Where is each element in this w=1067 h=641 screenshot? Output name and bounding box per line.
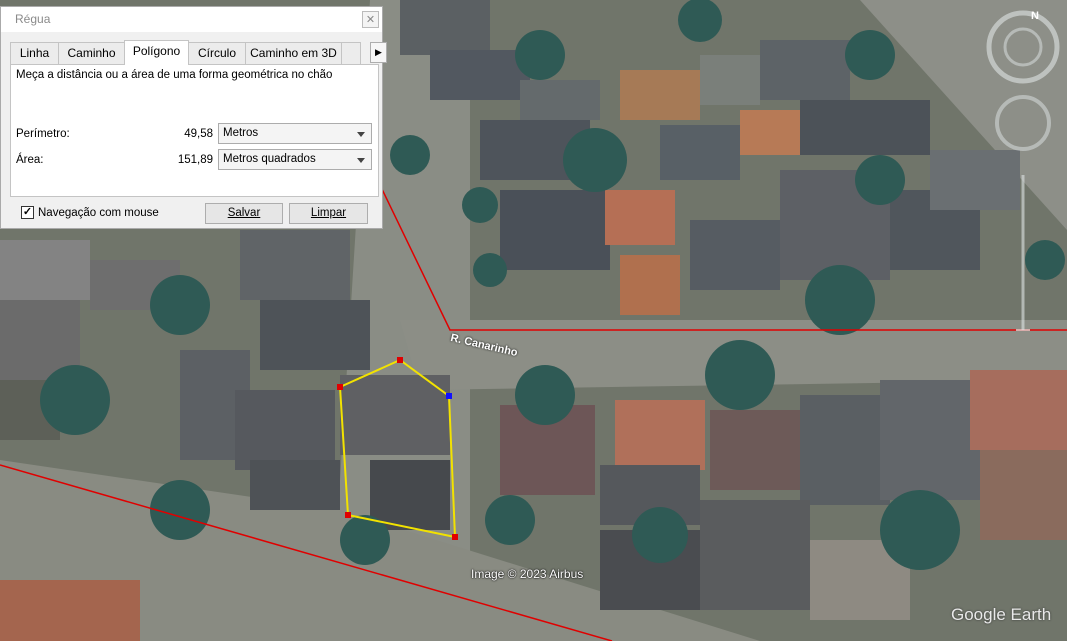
polygon-vertex[interactable] [397,357,403,363]
dialog-title: Régua [15,12,51,26]
save-button[interactable]: Salvar [205,203,283,224]
ruler-dialog[interactable]: Régua ✕ Linha Caminho Polígono Círculo C… [0,6,387,229]
perimeter-unit-value: Metros [223,127,259,139]
perimeter-unit-select[interactable]: Metros [218,123,372,144]
area-label: Área: [16,154,44,166]
polygon-vertex-active[interactable] [446,393,452,399]
close-icon[interactable]: ✕ [362,11,379,28]
google-earth-logo: Google Earth [951,605,1052,624]
polygon-vertex[interactable] [452,534,458,540]
zoom-slider[interactable] [1016,175,1030,331]
chevron-down-icon [357,158,365,163]
mouse-navigation-label: Navegação com mouse [38,207,159,219]
dialog-titlebar[interactable]: Régua ✕ [1,7,382,32]
tab-caminho-3d[interactable]: Caminho em 3D [245,42,342,64]
clear-button-label: Limpar [310,207,347,219]
tab-description: Meça a distância ou a área de uma forma … [16,69,333,81]
tab-circulo[interactable]: Círculo [188,42,246,64]
imagery-copyright: Image © 2023 Airbus [471,567,584,581]
polygon-vertex[interactable] [337,384,343,390]
navigation-controls[interactable]: N [985,5,1065,335]
mouse-navigation-checkbox[interactable]: ✓ [21,206,34,219]
tab-strip: Linha Caminho Polígono Círculo Caminho e… [10,40,387,65]
save-button-label: Salvar [227,207,261,219]
tab-poligono[interactable]: Polígono [124,40,189,65]
area-unit-select[interactable]: Metros quadrados [218,149,372,170]
compass-north-label: N [1031,10,1039,22]
tab-linha[interactable]: Linha [10,42,59,64]
compass-ring[interactable] [986,10,1060,84]
area-unit-value: Metros quadrados [223,153,316,165]
polygon-vertex[interactable] [345,512,351,518]
tab-hidden-partial[interactable] [341,42,361,64]
perimeter-value: 49,58 [184,128,213,140]
chevron-down-icon [357,132,365,137]
polygon-tab-panel: Meça a distância ou a área de uma forma … [10,64,379,197]
clear-button[interactable]: Limpar [289,203,368,224]
tab-caminho[interactable]: Caminho [58,42,125,64]
area-value: 151,89 [177,154,213,166]
perimeter-label: Perímetro: [16,128,70,140]
pan-ring[interactable] [995,95,1051,151]
chevron-right-icon[interactable]: ▶ [370,42,387,63]
